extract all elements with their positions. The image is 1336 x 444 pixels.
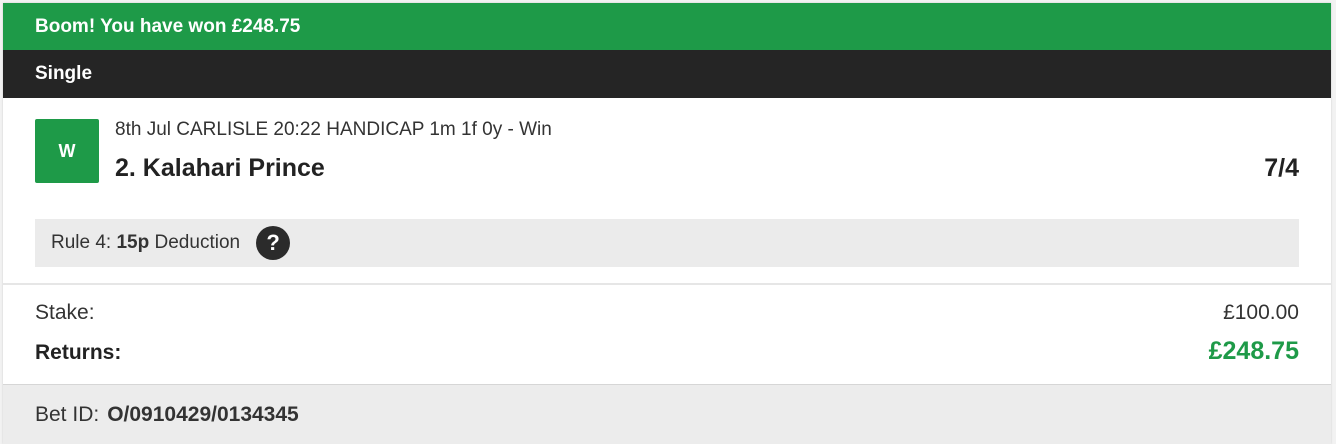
runner-name: 2. Kalahari Prince [115, 154, 325, 182]
result-badge: W [35, 119, 99, 183]
win-banner: Boom! You have won £248.75 [3, 3, 1331, 50]
selection-row: W 8th Jul CARLISLE 20:22 HANDICAP 1m 1f … [3, 98, 1331, 283]
stake-value: £100.00 [1223, 301, 1299, 324]
event-description: 8th Jul CARLISLE 20:22 HANDICAP 1m 1f 0y… [115, 119, 552, 140]
question-icon-glyph: ? [266, 230, 280, 255]
stake-label: Stake: [35, 301, 95, 324]
bet-type-label: Single [35, 63, 93, 84]
totals-section: Stake: £100.00 Returns: £248.75 [3, 285, 1331, 384]
odds-value: 7/4 [1264, 154, 1299, 182]
bet-id-label: Bet ID: [35, 403, 100, 426]
question-icon[interactable]: ? [256, 226, 291, 260]
rule4-deduction-box: Rule 4: 15p Deduction ? [35, 219, 1299, 267]
bet-type-header: Single [3, 50, 1331, 98]
rule4-amount: 15p [116, 232, 150, 253]
returns-label: Returns: [35, 341, 122, 364]
win-banner-text: Boom! You have won £248.75 [35, 15, 301, 37]
rule4-suffix: Deduction [154, 232, 241, 253]
bet-id-value: O/0910429/0134345 [107, 403, 299, 426]
result-badge-label: W [58, 140, 76, 161]
returns-value: £248.75 [1208, 337, 1299, 365]
bet-receipt-card: Boom! You have won £248.75 Single W 8th … [3, 3, 1331, 444]
rule4-prefix: Rule 4: [51, 232, 112, 253]
bet-id-footer: Bet ID: O/0910429/0134345 [3, 384, 1331, 444]
rule4-text: Rule 4: 15p Deduction [35, 232, 240, 254]
